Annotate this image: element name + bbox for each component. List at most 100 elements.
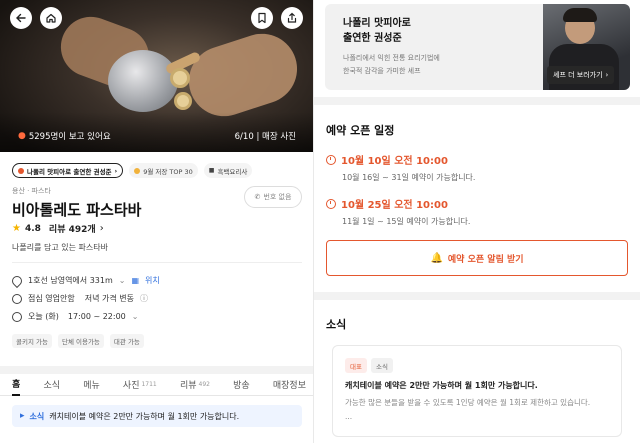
tag-group: 단체 이용가능 — [57, 334, 104, 348]
clock-icon — [326, 198, 336, 209]
tab-store-info-label: 매장정보 — [272, 381, 306, 391]
clock-icon — [12, 311, 22, 322]
tag-corkage: 콜키지 가능 — [12, 334, 52, 348]
news-more: ... — [345, 412, 353, 421]
rating-value: 4.8 — [24, 223, 41, 234]
tab-broadcast[interactable]: 방송 — [233, 374, 250, 396]
restaurant-name: 비아톨레도 파스타바 — [12, 201, 142, 219]
opening-2-time: 10월 25일 오전 10:00 — [341, 200, 448, 211]
tab-news[interactable]: 소식 — [43, 374, 60, 396]
tab-menu[interactable]: 메뉴 — [83, 374, 100, 396]
phone-label: 번호 없음 — [263, 193, 292, 201]
opening-1-desc: 10월 16일 ~ 31일 예약이 가능합니다. — [342, 173, 476, 182]
bell-icon: 🔔 — [430, 252, 443, 264]
arrow-left-icon — [16, 13, 26, 23]
news-card[interactable]: 대표 소식 캐치테이블 예약은 2만만 가능하며 월 1회만 가능합니다. 가능… — [332, 345, 622, 437]
notice-label: 소식 — [29, 411, 45, 421]
chef-sub-line2: 한국적 감각을 가미한 셰프 — [343, 67, 421, 75]
chef-title-line2: 출연한 권성준 — [343, 33, 402, 44]
hero-photo[interactable]: ● 5295명이 보고 있어요 6/10 | 매장 사진 — [0, 0, 314, 152]
tab-menu-label: 메뉴 — [83, 381, 100, 391]
tab-photos[interactable]: 사진 1711 — [123, 374, 157, 396]
star-icon: ★ — [12, 223, 21, 234]
tab-news-label: 소식 — [43, 381, 61, 391]
photo-index: 6/10 — [234, 132, 254, 142]
pin-icon — [9, 273, 25, 288]
coin-icon — [12, 293, 22, 304]
chip-blackwhite[interactable]: ■ 흑백요리사 — [203, 163, 253, 178]
open-alarm-label: 예약 오픈 알림 받기 — [447, 254, 524, 265]
news-section-title: 소식 — [326, 318, 347, 331]
news-body: 가능한 많은 분들을 받을 수 있도록 1인당 예약은 월 1회로 제한하고 있… — [345, 398, 591, 407]
phone-off-icon: ✆ — [254, 193, 261, 201]
hours-day: 오늘 (화) — [28, 312, 59, 321]
tab-reviews[interactable]: 리뷰 492 — [180, 374, 210, 396]
back-button[interactable] — [10, 7, 32, 29]
tab-home[interactable]: 홈 — [12, 374, 21, 396]
dinner-price: 저녁 가격 변동 — [84, 294, 134, 303]
chef-hair — [563, 8, 597, 22]
hours-row[interactable]: 오늘 (화) 17:00 ~ 22:00 ⌄ — [12, 311, 138, 322]
facility-tags: 콜키지 가능 단체 이용가능 대관 가능 — [12, 334, 144, 348]
restaurant-detail-pane: ● 5295명이 보고 있어요 6/10 | 매장 사진 나폴리 맛피아로 출연… — [0, 0, 314, 443]
photo-label: 매장 사진 — [262, 132, 296, 142]
share-icon — [287, 12, 297, 23]
reservation-title: 예약 오픈 일정 — [326, 124, 395, 137]
opening-2: 10월 25일 오전 10:00 — [326, 196, 448, 211]
viewers-count: ● 5295명이 보고 있어요 — [18, 130, 111, 142]
chef-title: 나폴리 맛피아로 출연한 권성준 — [343, 16, 411, 46]
badge-representative: 대표 — [345, 358, 367, 373]
restaurant-category: 용산 · 파스타 — [12, 187, 51, 195]
chef-more-label: 셰프 더 보러가기 — [553, 71, 603, 79]
clock-icon — [326, 154, 336, 165]
share-button[interactable] — [281, 7, 303, 29]
home-button[interactable] — [40, 7, 62, 29]
location-row[interactable]: 1호선 남영역에서 331m ⌄ ▦ 위치 — [9, 273, 160, 288]
hero-dough-2 — [174, 92, 192, 110]
hero-pasta-machine — [108, 50, 178, 112]
hours-time: 17:00 ~ 22:00 — [67, 312, 126, 321]
chevron-right-icon: › — [99, 223, 104, 234]
chevron-down-icon: ⌄ — [118, 276, 126, 285]
bookmark-button[interactable] — [251, 7, 273, 29]
location-link[interactable]: 위치 — [145, 275, 160, 286]
tag-rental: 대관 가능 — [109, 334, 144, 348]
help-icon[interactable]: ⓘ — [140, 293, 148, 304]
photo-counter[interactable]: 6/10 | 매장 사진 — [235, 130, 296, 142]
home-icon — [46, 13, 56, 23]
opening-1-time: 10월 10일 오전 10:00 — [341, 156, 448, 167]
tab-reviews-count: 492 — [198, 381, 210, 388]
tv-icon: ■ — [208, 167, 215, 174]
tab-reviews-label: 리뷰 — [179, 381, 197, 391]
chef-sub-line1: 나폴리에서 익힌 전통 요리기법에 — [343, 54, 440, 62]
lunch-price: 점심 영업안함 — [28, 294, 75, 303]
location-text: 1호선 남영역에서 331m — [28, 276, 113, 285]
chip-top30[interactable]: 9월 저장 TOP 30 — [129, 163, 198, 178]
notice-text: 캐치테이블 예약은 2만만 가능하며 월 1회만 가능합니다. — [49, 411, 240, 421]
chef-banner[interactable]: 나폴리 맛피아로 출연한 권성준 나폴리에서 익힌 전통 요리기법에 한국적 감… — [325, 4, 630, 90]
hero-dough — [170, 68, 190, 88]
map-icon: ▦ — [131, 276, 140, 285]
notice-bar[interactable]: ▸ 소식 캐치테이블 예약은 2만만 가능하며 월 1회만 가능합니다. — [12, 405, 302, 427]
chevron-down-icon: ⌄ — [131, 312, 139, 321]
tab-photos-label: 사진 — [122, 381, 140, 391]
tab-broadcast-label: 방송 — [233, 381, 250, 391]
megaphone-icon: ▸ — [20, 411, 25, 421]
viewers-text: 5295명이 보고 있어요 — [28, 132, 111, 142]
rating-row[interactable]: ★ 4.8 리뷰 492개 › — [12, 222, 104, 235]
badge-news: 소식 — [371, 358, 393, 373]
phone-button[interactable]: ✆ 번호 없음 — [244, 186, 302, 208]
divider — [12, 262, 302, 263]
open-alarm-button[interactable]: 🔔 예약 오픈 알림 받기 — [326, 240, 628, 276]
restaurant-tagline: 나폴리를 담고 있는 파스타바 — [12, 243, 108, 252]
tab-store-info[interactable]: 매장정보 — [273, 374, 306, 396]
tab-photos-count: 1711 — [141, 381, 157, 388]
chip-blackwhite-label: 흑백요리사 — [217, 167, 248, 176]
restaurant-detail-pane-continued: 나폴리 맛피아로 출연한 권성준 나폴리에서 익힌 전통 요리기법에 한국적 감… — [314, 0, 640, 443]
trophy-icon — [134, 167, 141, 174]
bookmark-icon — [258, 12, 266, 24]
chip-chef[interactable]: 나폴리 맛피아로 출연한 권성준 › — [12, 163, 124, 178]
detail-tabs: 홈 소식 메뉴 사진 1711 리뷰 492 방송 매장정보 — [0, 366, 314, 396]
chef-more-button[interactable]: 셰프 더 보러가기 › — [547, 66, 615, 84]
fire-icon: ● — [18, 131, 26, 141]
